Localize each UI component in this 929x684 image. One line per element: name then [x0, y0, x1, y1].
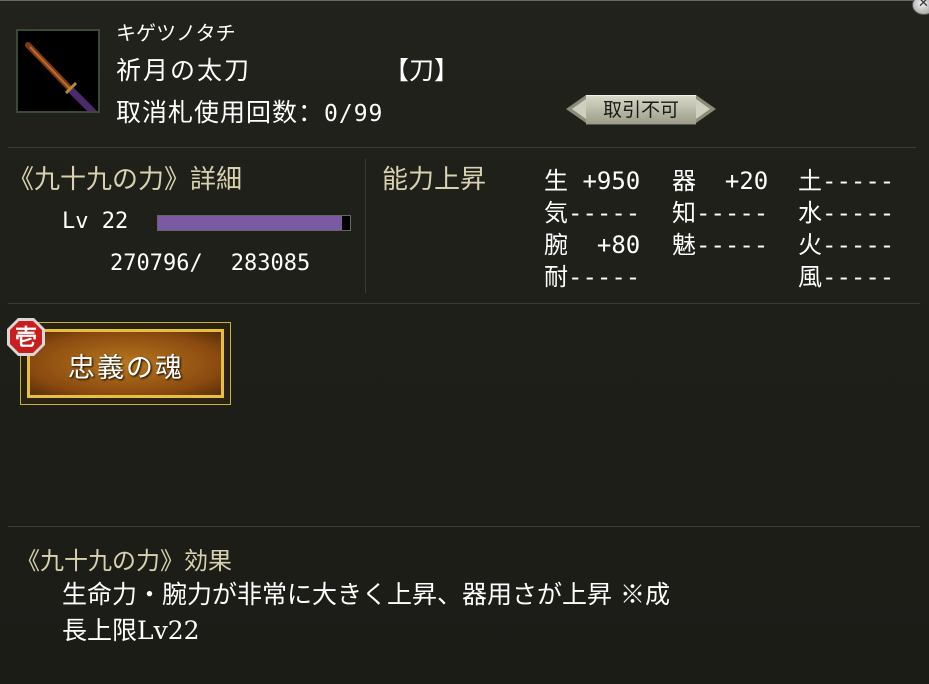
stat-name: 土 — [798, 167, 822, 195]
skill-button-face: 忠義の魂 — [27, 329, 224, 398]
exp-current: 270796/ — [110, 251, 203, 276]
item-kana: キゲツノタチ — [116, 21, 236, 45]
stat-value: +950 — [568, 167, 641, 195]
stat-name: 腕 — [544, 231, 568, 259]
effect-line-1: 生命力・腕力が非常に大きく上昇、器用さが上昇 ※成 — [62, 580, 670, 609]
divider — [8, 303, 920, 304]
close-button[interactable]: ✕ — [912, 0, 929, 15]
no-trade-label: 取引不可 — [586, 95, 696, 125]
stat-name: 器 — [672, 167, 696, 195]
stat-value: ----- — [822, 263, 895, 291]
stat-life: 生 +950 — [544, 161, 640, 196]
stat-value: ----- — [696, 231, 769, 259]
stat-value: ----- — [696, 199, 769, 227]
exp-progress-fill — [158, 216, 342, 230]
stat-name: 耐 — [544, 263, 568, 291]
divider — [8, 147, 916, 148]
skill-button[interactable]: 忠義の魂 — [20, 322, 231, 405]
item-type: 【刀】 — [384, 56, 460, 85]
stat-name: 火 — [798, 231, 822, 259]
no-trade-badge: 取引不可 — [566, 95, 716, 125]
stat-name: 知 — [672, 199, 696, 227]
stat-value: ----- — [822, 231, 895, 259]
stat-strength: 腕 +80 — [544, 225, 640, 260]
stat-name: 気 — [544, 199, 568, 227]
stat-fire: 火----- — [798, 225, 894, 260]
level-label: Lv 22 — [62, 209, 129, 234]
usage-label: 取消札使用回数： — [116, 98, 325, 127]
stat-endurance: 耐----- — [544, 257, 640, 292]
stat-intellect: 知----- — [672, 193, 768, 228]
exp-progress-bar — [157, 215, 351, 231]
detail-title: 《九十九の力》詳細 — [8, 165, 243, 195]
stat-value: +80 — [568, 231, 641, 259]
ability-title: 能力上昇 — [382, 165, 487, 195]
stat-value: ----- — [822, 199, 895, 227]
stat-value: +20 — [696, 167, 769, 195]
stat-wind: 風----- — [798, 257, 894, 292]
stat-value: ----- — [568, 263, 641, 291]
stat-dexterity: 器 +20 — [672, 161, 768, 196]
close-icon: ✕ — [918, 0, 929, 11]
sword-icon — [16, 29, 100, 116]
rank-badge: 壱 — [6, 317, 46, 357]
stat-name: 生 — [544, 167, 568, 195]
stat-ki: 気----- — [544, 193, 640, 228]
stat-name: 水 — [798, 199, 822, 227]
exp-value: 270796/283085 — [110, 251, 310, 276]
exp-max: 283085 — [230, 251, 311, 276]
stat-value: ----- — [568, 199, 641, 227]
usage-value: 0/99 — [324, 101, 384, 127]
item-name: 祈月の太刀 — [116, 56, 252, 85]
stat-value: ----- — [822, 167, 895, 195]
effect-line-2: 長上限Lv22 — [62, 616, 200, 645]
divider — [8, 526, 920, 527]
skill-label: 忠義の魂 — [68, 353, 184, 384]
stat-name: 魅 — [672, 231, 696, 259]
stat-water: 水----- — [798, 193, 894, 228]
vertical-divider — [365, 159, 366, 293]
rank-badge-label: 壱 — [14, 325, 37, 351]
stat-name: 風 — [798, 263, 822, 291]
stat-charm: 魅----- — [672, 225, 768, 260]
effect-title: 《九十九の力》効果 — [16, 547, 232, 575]
item-detail-panel: ✕ キゲツノタチ 祈月の太刀 【刀】 取消札使用回数：0/99 取引不可 《九十… — [0, 0, 929, 684]
usage-count: 取消札使用回数：0/99 — [116, 93, 383, 129]
stat-earth: 土----- — [798, 161, 894, 196]
